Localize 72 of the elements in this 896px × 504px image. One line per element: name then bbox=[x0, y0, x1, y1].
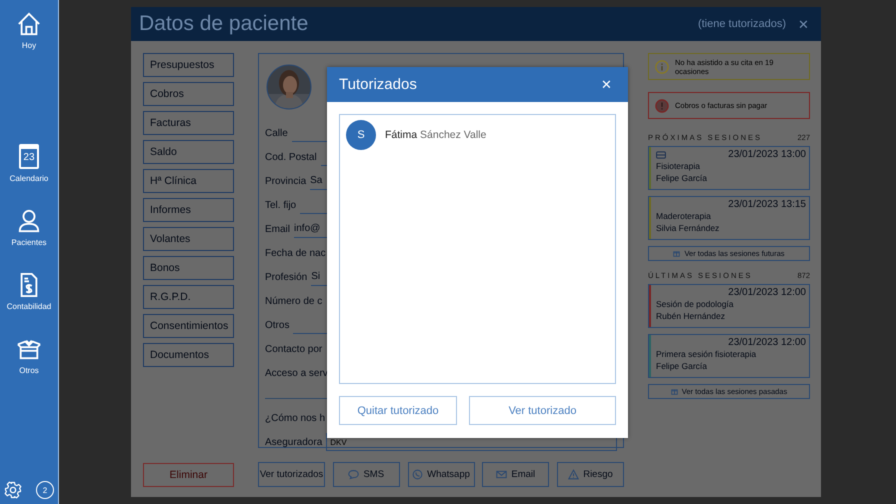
chat-icon bbox=[348, 469, 360, 480]
alert-icon bbox=[655, 60, 669, 74]
field-label: Email bbox=[265, 224, 290, 237]
box-icon bbox=[17, 337, 41, 361]
session-time: 23/01/2023 13:00 bbox=[728, 149, 806, 160]
section-button[interactable]: Hª Clínica bbox=[143, 169, 234, 193]
nav-item[interactable]: Hoy bbox=[17, 12, 41, 50]
action-button[interactable]: SMS bbox=[332, 462, 400, 487]
field-label: Contacto por bbox=[265, 344, 322, 357]
dialog-button[interactable]: Quitar tutorizado bbox=[339, 396, 457, 425]
field-label: Tel. fijo bbox=[265, 200, 296, 213]
action-button[interactable]: Ver tutorizados bbox=[258, 462, 325, 487]
session-therapist: Silvia Fernández bbox=[656, 222, 720, 234]
notification-badge[interactable]: 2 bbox=[36, 481, 54, 499]
field-label: Número de c bbox=[265, 296, 322, 309]
section-button[interactable]: Cobros bbox=[143, 82, 234, 106]
field-label: Fecha de nac bbox=[265, 248, 326, 261]
dialog-button[interactable]: Ver tutorizado bbox=[469, 396, 616, 425]
field-label: Provincia bbox=[265, 176, 306, 189]
settings-icon[interactable] bbox=[4, 481, 22, 499]
session-treatment: Maderoterapia bbox=[656, 210, 712, 222]
window-subtitle: (tiene tutorizados) bbox=[698, 18, 786, 30]
mail-icon bbox=[496, 469, 508, 480]
section-button[interactable]: Bonos bbox=[143, 256, 234, 280]
session-treatment: Primera sesión fisioterapia bbox=[656, 348, 758, 360]
nav-item[interactable]: 23 Calendario bbox=[10, 144, 48, 183]
home-icon bbox=[17, 12, 41, 36]
session-card[interactable]: 23/01/2023 13:15 Maderoterapia Silvia Fernández bbox=[648, 196, 810, 240]
list-item[interactable]: Fátima Sánchez Valle bbox=[385, 129, 486, 141]
dialog-title: Tutorizados bbox=[339, 76, 417, 93]
section-button[interactable]: Informes bbox=[143, 198, 234, 222]
delete-button[interactable]: Eliminar bbox=[143, 463, 234, 487]
section-button[interactable]: Documentos bbox=[143, 343, 234, 367]
nav-item[interactable]: Pacientes bbox=[11, 209, 47, 247]
alert-icon bbox=[655, 98, 669, 112]
section-button[interactable]: Saldo bbox=[143, 140, 234, 164]
section-button[interactable]: Consentimientos bbox=[143, 314, 234, 338]
field-label: Profesión bbox=[265, 272, 308, 285]
field-label: Otros bbox=[265, 320, 290, 333]
session-therapist: Felipe García bbox=[656, 360, 708, 372]
avatar: S bbox=[346, 120, 376, 150]
warning-icon bbox=[568, 469, 580, 480]
action-button[interactable]: Email bbox=[482, 462, 550, 487]
field-label: Aseguradora bbox=[265, 437, 322, 450]
session-card[interactable]: 23/01/2023 13:00 Fisioterapia Felipe García bbox=[648, 146, 810, 190]
section-button[interactable]: Facturas bbox=[143, 111, 234, 135]
section-button[interactable]: R.G.P.D. bbox=[143, 285, 234, 309]
close-button[interactable]: ✕ bbox=[798, 16, 809, 32]
field-label: Acceso a serv bbox=[265, 368, 328, 381]
calendar-icon: 23 bbox=[18, 144, 39, 169]
nav-item[interactable]: Contabilidad bbox=[6, 273, 52, 311]
field-label: Cod. Postal bbox=[265, 152, 317, 165]
session-card[interactable]: 23/01/2023 12:00 Sesión de podología Rubén Hernández bbox=[648, 284, 810, 328]
section-button[interactable]: Presupuestos bbox=[143, 53, 234, 77]
session-therapist: Felipe García bbox=[656, 172, 708, 184]
action-button[interactable]: Riesgo bbox=[557, 462, 624, 487]
session-therapist: Rubén Hernández bbox=[656, 310, 726, 322]
session-card[interactable]: 23/01/2023 12:00 Primera sesión fisioterapia Felipe García bbox=[648, 334, 810, 378]
action-button[interactable]: Whatsapp bbox=[408, 462, 474, 487]
phone-icon bbox=[412, 469, 424, 480]
field-label: Calle bbox=[265, 128, 288, 141]
session-time: 23/01/2023 13:15 bbox=[728, 199, 806, 210]
session-time: 23/01/2023 12:00 bbox=[728, 337, 806, 348]
close-button[interactable]: ✕ bbox=[601, 77, 612, 92]
session-treatment: Fisioterapia bbox=[656, 160, 701, 172]
field-label: ¿Cómo nos h bbox=[265, 413, 326, 426]
session-treatment: Sesión de podología bbox=[656, 298, 735, 310]
person-icon bbox=[16, 209, 41, 233]
nav-item[interactable]: Otros bbox=[17, 337, 41, 375]
window-title: Datos de paciente bbox=[139, 12, 310, 36]
section-button[interactable]: Volantes bbox=[143, 227, 234, 251]
session-time: 23/01/2023 12:00 bbox=[728, 287, 806, 298]
